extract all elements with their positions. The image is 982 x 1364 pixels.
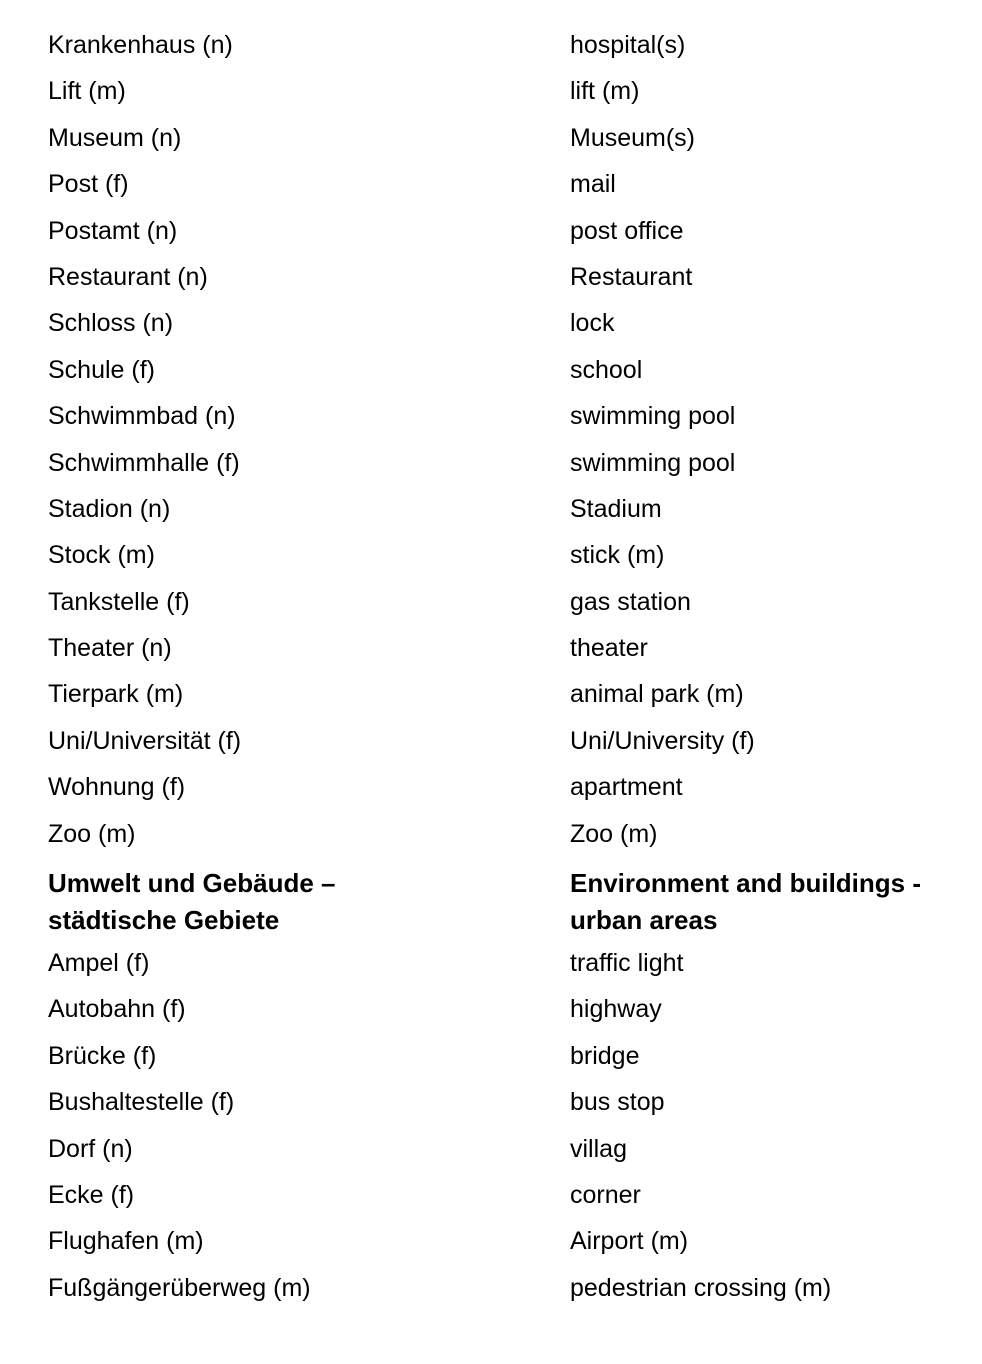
section-heading-german: Umwelt und Gebäude – städtische Gebiete <box>0 857 511 939</box>
german-term: Wohnung (f) <box>48 773 186 802</box>
english-term: lift (m) <box>570 77 640 106</box>
english-term: Airport (m) <box>570 1227 689 1256</box>
glossary-row: Brücke (f) bridge <box>0 1033 982 1079</box>
glossary-row: Museum (n) Museum(s) <box>0 115 982 161</box>
glossary-row: Uni/Universität (f) Uni/University (f) <box>0 718 982 764</box>
english-term: gas station <box>570 587 691 616</box>
german-term: Theater (n) <box>48 634 172 663</box>
english-term: stick (m) <box>570 541 665 570</box>
glossary-row: Tierpark (m) animal park (m) <box>0 671 982 717</box>
section-heading-german-line2: städtische Gebiete <box>48 905 280 936</box>
english-term: Stadium <box>570 494 662 523</box>
german-term: Autobahn (f) <box>48 995 186 1024</box>
german-term: Zoo (m) <box>48 819 136 848</box>
english-term: swimming pool <box>570 402 736 431</box>
glossary-row: Schule (f) school <box>0 347 982 393</box>
german-term: Lift (m) <box>48 77 126 106</box>
english-term: school <box>570 355 643 384</box>
german-term: Schloss (n) <box>48 309 174 338</box>
german-term: Ecke (f) <box>48 1180 135 1209</box>
german-term: Schwimmhalle (f) <box>48 448 240 477</box>
glossary-row: Autobahn (f) highway <box>0 986 982 1032</box>
english-term: Museum(s) <box>570 123 696 152</box>
section-heading-german-line1: Umwelt und Gebäude – <box>48 868 336 899</box>
english-term: pedestrian crossing (m) <box>570 1273 832 1302</box>
german-term: Museum (n) <box>48 123 182 152</box>
english-term: bus stop <box>570 1088 665 1117</box>
german-term: Fußgängerüberweg (m) <box>48 1273 311 1302</box>
glossary-row: Lift (m) lift (m) <box>0 68 982 114</box>
english-term: villag <box>570 1134 627 1163</box>
german-term: Stock (m) <box>48 541 155 570</box>
glossary-row: Wohnung (f) apartment <box>0 764 982 810</box>
glossary-row: Schwimmhalle (f) swimming pool <box>0 440 982 486</box>
german-term: Ampel (f) <box>48 949 150 978</box>
glossary-row: Schloss (n) lock <box>0 300 982 346</box>
english-term: hospital(s) <box>570 31 686 59</box>
german-term: Schule (f) <box>48 355 155 384</box>
glossary-row: Restaurant (n) Restaurant <box>0 254 982 300</box>
english-term: animal park (m) <box>570 680 744 709</box>
english-term: post office <box>570 216 684 245</box>
german-term: Bushaltestelle (f) <box>48 1088 235 1117</box>
german-term: Restaurant (n) <box>48 262 208 291</box>
glossary-row: Bushaltestelle (f) bus stop <box>0 1079 982 1125</box>
english-term: lock <box>570 309 615 338</box>
german-term: Uni/Universität (f) <box>48 726 242 755</box>
english-term: apartment <box>570 773 683 802</box>
english-term: Restaurant <box>570 262 693 291</box>
german-term: Post (f) <box>48 170 129 199</box>
glossary-row: Flughafen (m) Airport (m) <box>0 1218 982 1264</box>
german-term: Brücke (f) <box>48 1041 157 1070</box>
german-term: Krankenhaus (n) <box>48 31 233 59</box>
glossary-row: Krankenhaus (n) hospital(s) <box>0 22 982 68</box>
german-term: Dorf (n) <box>48 1134 133 1163</box>
english-term: bridge <box>570 1041 640 1070</box>
section-heading-english-line1: Environment and buildings - <box>570 868 921 899</box>
section-heading-english: Environment and buildings - urban areas <box>511 857 982 939</box>
glossary-row: Schwimmbad (n) swimming pool <box>0 393 982 439</box>
glossary-row: Dorf (n) villag <box>0 1126 982 1172</box>
glossary-row: Ecke (f) corner <box>0 1172 982 1218</box>
english-term: Zoo (m) <box>570 819 658 848</box>
english-term: swimming pool <box>570 448 736 477</box>
glossary-row: Stadion (n) Stadium <box>0 486 982 532</box>
glossary-row: Zoo (m) Zoo (m) <box>0 811 982 857</box>
glossary-row: Ampel (f) traffic light <box>0 940 982 986</box>
glossary-row: Tankstelle (f) gas station <box>0 579 982 625</box>
german-term: Tankstelle (f) <box>48 587 190 616</box>
glossary-row: Post (f) mail <box>0 161 982 207</box>
english-term: Uni/University (f) <box>570 726 755 755</box>
german-term: Tierpark (m) <box>48 680 184 709</box>
english-term: highway <box>570 995 662 1024</box>
glossary-list: Krankenhaus (n) hospital(s) Lift (m) lif… <box>0 22 982 1311</box>
section-heading-english-line2: urban areas <box>570 905 718 936</box>
english-term: traffic light <box>570 949 684 978</box>
glossary-row: Theater (n) theater <box>0 625 982 671</box>
glossary-page: Krankenhaus (n) hospital(s) Lift (m) lif… <box>0 0 982 1364</box>
german-term: Stadion (n) <box>48 494 171 523</box>
german-term: Schwimmbad (n) <box>48 402 236 431</box>
glossary-row: Fußgängerüberweg (m) pedestrian crossing… <box>0 1265 982 1311</box>
german-term: Flughafen (m) <box>48 1227 204 1256</box>
german-term: Postamt (n) <box>48 216 178 245</box>
section-heading: Umwelt und Gebäude – städtische Gebiete … <box>0 857 982 940</box>
glossary-row: Stock (m) stick (m) <box>0 532 982 578</box>
glossary-row: Postamt (n) post office <box>0 208 982 254</box>
english-term: theater <box>570 634 648 663</box>
english-term: mail <box>570 170 616 199</box>
english-term: corner <box>570 1180 641 1209</box>
